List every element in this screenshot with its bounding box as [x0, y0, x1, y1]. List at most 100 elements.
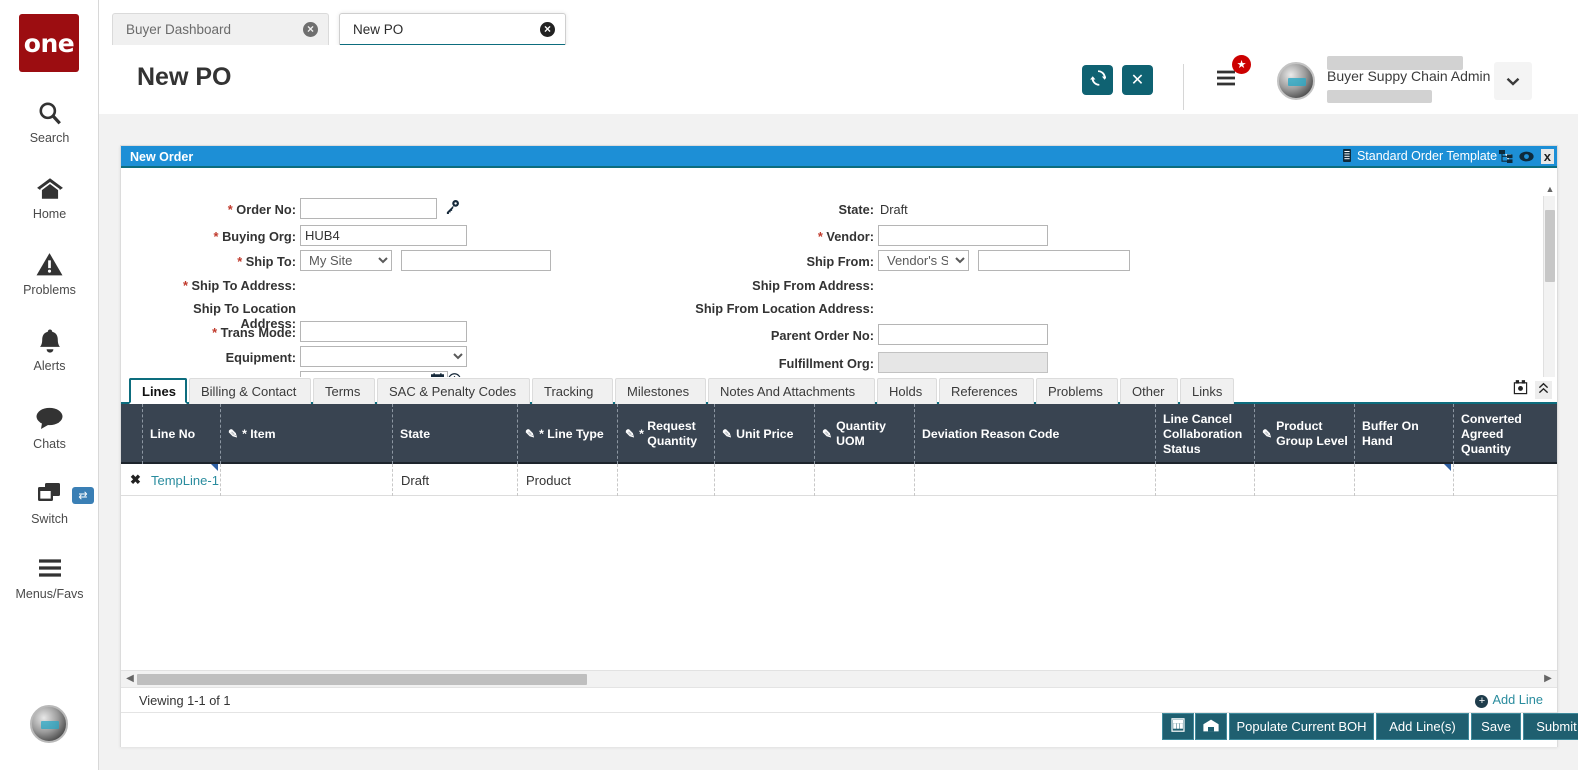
rail-item-problems[interactable]: Problems: [0, 252, 99, 297]
grid-col-product-group-level[interactable]: ✎Product Group Level: [1255, 404, 1355, 464]
rail-avatar[interactable]: [30, 705, 68, 743]
grid-horizontal-scrollbar[interactable]: ◀ ▶: [121, 670, 1557, 687]
action-bar: Populate Current BOH Add Line(s) Save Su…: [121, 713, 1557, 747]
buying-org-input[interactable]: [300, 225, 467, 246]
cell-converted-agreed-quantity[interactable]: [1454, 464, 1557, 496]
order-template-selector[interactable]: Standard Order Template▼: [1343, 149, 1513, 163]
close-icon[interactable]: ×: [303, 22, 318, 37]
field-label-fulfillment-org: Fulfillment Org:: [721, 356, 874, 371]
grid-col-state[interactable]: State: [393, 404, 518, 464]
equipment-select[interactable]: [300, 346, 467, 367]
refresh-icon: [1090, 70, 1106, 91]
populate-current-boh-button[interactable]: Populate Current BOH: [1229, 713, 1374, 740]
warehouse-button[interactable]: [1195, 713, 1227, 740]
cell-buffer-on-hand[interactable]: [1355, 464, 1454, 496]
close-page-button[interactable]: ✕: [1122, 65, 1153, 95]
grid-col-line-type[interactable]: ✎* Line Type: [518, 404, 618, 464]
collapse-panel-icon[interactable]: [1535, 381, 1552, 399]
ship-from-type-select[interactable]: Vendor's Site: [878, 250, 969, 271]
rail-label-alerts: Alerts: [0, 359, 99, 373]
hierarchy-icon[interactable]: [1499, 149, 1513, 164]
rail-item-menus-favs[interactable]: Menus/Favs: [0, 556, 99, 601]
grid-col-item[interactable]: ✎* Item: [221, 404, 393, 464]
scroll-up-icon[interactable]: ▲: [1545, 184, 1555, 196]
add-line-link[interactable]: +Add Line: [1475, 692, 1543, 708]
submit-button[interactable]: Submit: [1523, 713, 1578, 740]
rail-item-chats[interactable]: Chats: [0, 406, 99, 451]
ship-to-type-select[interactable]: My Site: [300, 250, 392, 271]
cell-unit-price[interactable]: [715, 464, 815, 496]
scroll-right-icon[interactable]: ▶: [1541, 673, 1555, 686]
table-row[interactable]: ✖ TempLine-1 Draft Product: [121, 464, 1557, 496]
cell-state[interactable]: Draft: [393, 464, 518, 496]
switch-toggle-badge[interactable]: ⇄: [72, 487, 94, 504]
grid-col-unit-price[interactable]: ✎Unit Price: [715, 404, 815, 464]
line-no-link[interactable]: TempLine-1: [151, 473, 219, 488]
redacted-role-line: [1327, 90, 1432, 103]
cell-line-cancel-collab-status[interactable]: [1156, 464, 1255, 496]
rail-item-search[interactable]: Search: [0, 100, 99, 145]
user-menu-caret-button[interactable]: [1494, 62, 1532, 100]
tab-notes-and-attachments[interactable]: Notes And Attachments: [708, 378, 875, 404]
tab-tracking[interactable]: Tracking: [532, 378, 613, 404]
key-icon[interactable]: [445, 199, 460, 217]
grid-settings-icon[interactable]: [1513, 380, 1528, 398]
close-icon[interactable]: ×: [540, 22, 555, 37]
tab-milestones[interactable]: Milestones: [615, 378, 706, 404]
ship-to-value-input[interactable]: [401, 250, 551, 271]
cell-request-quantity[interactable]: [618, 464, 715, 496]
cell-quantity-uom[interactable]: [815, 464, 915, 496]
tab-references[interactable]: References: [939, 378, 1034, 404]
rail-item-home[interactable]: Home: [0, 176, 99, 221]
grid-col-line-no[interactable]: Line No: [143, 404, 221, 464]
parent-order-no-input[interactable]: [878, 324, 1048, 345]
workspace-tab-new-po[interactable]: New PO ×: [339, 13, 566, 46]
grid-col-request-quantity[interactable]: ✎* Request Quantity: [618, 404, 715, 464]
tab-holds[interactable]: Holds: [877, 378, 937, 404]
grid-col-deviation-reason-code[interactable]: Deviation Reason Code: [915, 404, 1156, 464]
tab-problems[interactable]: Problems: [1036, 378, 1118, 404]
grid-col-line-cancel-collab-status[interactable]: Line Cancel Collaboration Status: [1156, 404, 1255, 464]
order-no-input[interactable]: [300, 198, 437, 219]
rail-item-alerts[interactable]: Alerts: [0, 328, 99, 373]
tab-lines[interactable]: Lines: [129, 378, 187, 404]
grid-col-buffer-on-hand[interactable]: Buffer On Hand: [1355, 404, 1454, 464]
form-scrollbar[interactable]: ▲ ▼: [1543, 196, 1555, 377]
save-button[interactable]: Save: [1471, 713, 1521, 740]
scroll-left-icon[interactable]: ◀: [123, 673, 137, 686]
calculator-button[interactable]: [1162, 713, 1194, 740]
add-lines-button[interactable]: Add Line(s): [1376, 713, 1469, 740]
grid-col-converted-agreed-quantity[interactable]: Converted Agreed Quantity: [1454, 404, 1557, 464]
request-delivery-date-input[interactable]: [300, 371, 448, 377]
fulfillment-org-input[interactable]: [878, 352, 1048, 373]
workspace-tab-label: New PO: [353, 22, 403, 37]
tab-links[interactable]: Links: [1180, 378, 1234, 404]
workspace-tab-buyer-dashboard[interactable]: Buyer Dashboard ×: [112, 13, 329, 46]
cell-line-no[interactable]: TempLine-1: [143, 464, 221, 496]
grid-col-quantity-uom[interactable]: ✎Quantity UOM: [815, 404, 915, 464]
field-label-ship-to-address: * Ship To Address:: [157, 278, 296, 293]
delete-row-icon[interactable]: ✖: [130, 472, 141, 488]
refresh-button[interactable]: [1082, 65, 1113, 95]
grid-hscrollbar-thumb[interactable]: [137, 674, 587, 685]
one-network-logo: one: [19, 14, 79, 72]
card-header-icons: x: [1496, 149, 1554, 164]
tab-terms[interactable]: Terms: [313, 378, 375, 404]
eye-icon[interactable]: [1519, 149, 1534, 164]
ship-from-value-input[interactable]: [978, 250, 1130, 271]
tab-other[interactable]: Other: [1120, 378, 1178, 404]
cell-line-type[interactable]: Product: [518, 464, 618, 496]
trans-mode-input[interactable]: [300, 321, 467, 342]
cell-deviation-reason-code[interactable]: [915, 464, 1156, 496]
calendar-icon[interactable]: [431, 373, 444, 377]
cell-product-group-level[interactable]: [1255, 464, 1355, 496]
close-icon[interactable]: x: [1541, 149, 1554, 164]
chat-bubble-icon: [0, 406, 99, 436]
vendor-input[interactable]: [878, 225, 1048, 246]
tab-sac-penalty-codes[interactable]: SAC & Penalty Codes: [377, 378, 530, 404]
user-avatar[interactable]: [1277, 62, 1315, 100]
form-scrollbar-thumb[interactable]: [1545, 210, 1555, 282]
cell-item[interactable]: [221, 464, 393, 496]
clock-icon[interactable]: [448, 373, 461, 377]
tab-billing-contact[interactable]: Billing & Contact: [189, 378, 311, 404]
